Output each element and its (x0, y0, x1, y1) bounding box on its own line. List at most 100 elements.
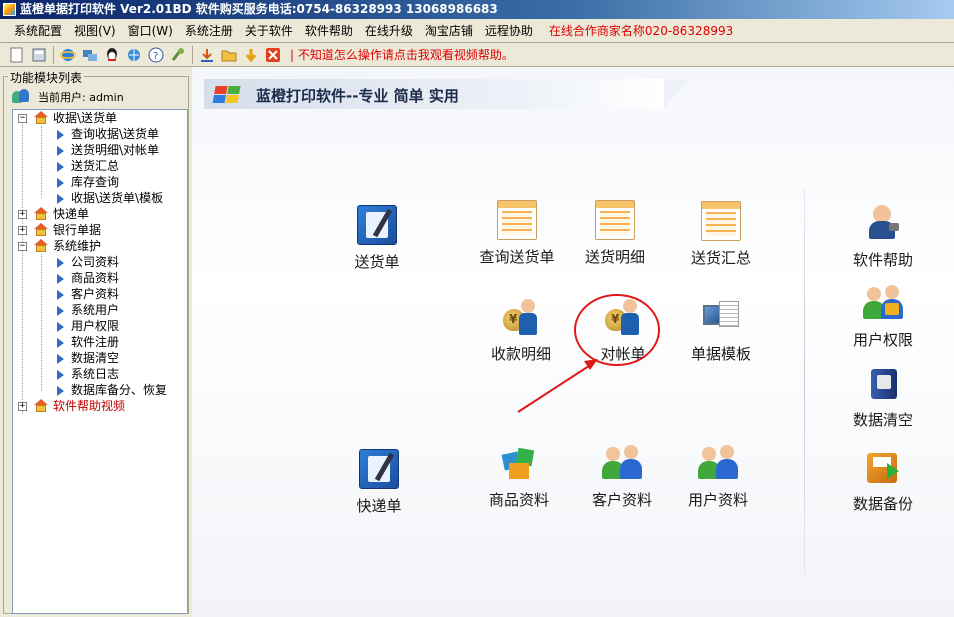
module-express[interactable]: 快递单 (324, 449, 434, 516)
menu-system-config[interactable]: 系统配置 (8, 22, 68, 39)
play-arrow-icon (57, 274, 64, 284)
collapse-icon[interactable]: − (18, 114, 27, 123)
tree-label: 软件帮助视频 (53, 399, 126, 413)
tree-item-user-permissions[interactable]: 用户权限 (13, 318, 187, 334)
video-help-link[interactable]: | 不知道怎么操作请点击我观看视频帮助。 (290, 46, 514, 63)
tree-item-software-register[interactable]: 软件注册 (13, 334, 187, 350)
users-icon (12, 89, 30, 105)
tree-item-goods-info[interactable]: 商品资料 (13, 270, 187, 286)
module-doc-template[interactable]: 单据模板 (666, 297, 776, 364)
tree-item-stock-query[interactable]: 库存查询 (13, 174, 187, 190)
module-goods-info[interactable]: 商品资料 (464, 443, 574, 510)
expand-icon[interactable]: + (18, 226, 27, 235)
tree-group-bank[interactable]: + 银行单据 (13, 222, 187, 238)
menu-taobao-shop[interactable]: 淘宝店铺 (419, 22, 479, 39)
browser-icon[interactable] (126, 47, 142, 63)
tree-group-express[interactable]: + 快递单 (13, 206, 187, 222)
tree-item-delivery-statement[interactable]: 送货明细\对帐单 (13, 142, 187, 158)
tree-label: 用户权限 (71, 319, 120, 333)
folder-icon[interactable] (221, 47, 237, 63)
partner-notice[interactable]: 在线合作商家名称020-86328993 (539, 22, 733, 39)
module-statement[interactable]: 对帐单 (568, 297, 678, 364)
menu-remote-assist[interactable]: 远程协助 (479, 22, 539, 39)
function-module-panel: 功能模块列表 当前用户: admin − 收据\送货单 查询收据\送货单 送货明… (0, 67, 192, 617)
toolbar-separator (192, 45, 193, 64)
house-icon (33, 223, 49, 237)
users-lock-icon (863, 283, 903, 323)
product-boxes-icon (499, 443, 539, 483)
menu-bar: 系统配置 视图(V) 窗口(W) 系统注册 关于软件 软件帮助 在线升级 淘宝店… (0, 19, 954, 43)
module-receipt-detail[interactable]: 收款明细 (466, 297, 576, 364)
house-icon (33, 399, 49, 413)
module-delivery-detail[interactable]: 送货明细 (560, 200, 670, 267)
tree-item-delivery-summary[interactable]: 送货汇总 (13, 158, 187, 174)
tree-label: 收据\送货单 (53, 111, 118, 125)
menu-help[interactable]: 软件帮助 (299, 22, 359, 39)
module-query-delivery[interactable]: 查询送货单 (462, 200, 572, 267)
play-arrow-icon (57, 290, 64, 300)
tree-item-company-info[interactable]: 公司资料 (13, 254, 187, 270)
tree-label: 数据库备分、恢复 (71, 383, 168, 397)
menu-system-register[interactable]: 系统注册 (179, 22, 239, 39)
play-arrow-icon (57, 162, 64, 172)
spreadsheet-icon (497, 200, 537, 240)
collapse-icon[interactable]: − (18, 242, 27, 251)
current-user-row: 当前用户: admin (12, 89, 124, 105)
play-arrow-icon (57, 258, 64, 268)
tree-item-data-clear[interactable]: 数据清空 (13, 350, 187, 366)
download-icon[interactable] (199, 47, 215, 63)
house-icon (33, 239, 49, 253)
svg-text:?: ? (153, 51, 158, 62)
tree-item-system-users[interactable]: 系统用户 (13, 302, 187, 318)
menu-window[interactable]: 窗口(W) (122, 22, 179, 39)
module-data-clear[interactable]: 数据清空 (828, 363, 938, 430)
tree-group-help-videos[interactable]: + 软件帮助视频 (13, 398, 187, 414)
tree-label: 数据清空 (71, 351, 120, 365)
help-icon[interactable]: ? (148, 47, 164, 63)
new-icon[interactable] (9, 47, 25, 63)
tree-item-db-backup[interactable]: 数据库备分、恢复 (13, 382, 187, 398)
play-arrow-icon (57, 178, 64, 188)
module-delivery[interactable]: 送货单 (322, 205, 432, 272)
play-arrow-icon (57, 386, 64, 396)
arrow-icon[interactable] (243, 47, 259, 63)
module-customer-info[interactable]: 客户资料 (567, 443, 677, 510)
module-user-info[interactable]: 用户资料 (663, 443, 773, 510)
menu-view[interactable]: 视图(V) (68, 22, 122, 39)
module-label: 快递单 (356, 497, 402, 515)
module-user-permission[interactable]: 用户权限 (828, 283, 938, 350)
tree-group-system[interactable]: − 系统维护 (13, 238, 187, 254)
module-label: 数据备份 (852, 495, 913, 513)
windows-logo-icon (212, 86, 243, 104)
house-icon (33, 111, 49, 125)
module-label: 用户权限 (852, 331, 913, 349)
calculator-icon[interactable] (31, 47, 47, 63)
toolbar-separator (53, 45, 54, 64)
module-label: 送货单 (354, 253, 400, 271)
close-icon[interactable] (265, 47, 281, 63)
tree-item-system-log[interactable]: 系统日志 (13, 366, 187, 382)
module-tree: − 收据\送货单 查询收据\送货单 送货明细\对帐单 送货汇总 库存查询 收据\… (12, 109, 188, 614)
ie-icon[interactable] (60, 47, 76, 63)
title-bar: 蓝橙单据打印软件 Ver2.01BD 软件购买服务电话:0754-8632899… (0, 0, 954, 19)
banner-title: 蓝橙打印软件--专业 简单 实用 (256, 87, 459, 105)
qq-icon[interactable] (104, 47, 120, 63)
network-icon[interactable] (82, 47, 98, 63)
tree-label: 系统维护 (53, 239, 102, 253)
module-software-help[interactable]: 软件帮助 (828, 203, 938, 270)
menu-about[interactable]: 关于软件 (239, 22, 299, 39)
tree-item-query-receipts[interactable]: 查询收据\送货单 (13, 126, 187, 142)
tree-item-receipt-template[interactable]: 收据\送货单\模板 (13, 190, 187, 206)
tree-item-customer-info[interactable]: 客户资料 (13, 286, 187, 302)
module-label: 软件帮助 (852, 251, 913, 269)
tree-group-receipts[interactable]: − 收据\送货单 (13, 110, 187, 126)
play-arrow-icon (57, 354, 64, 364)
tree-label: 商品资料 (71, 271, 120, 285)
expand-icon[interactable]: + (18, 210, 27, 219)
menu-online-upgrade[interactable]: 在线升级 (359, 22, 419, 39)
tools-icon[interactable] (170, 47, 186, 63)
expand-icon[interactable]: + (18, 402, 27, 411)
module-label: 送货明细 (584, 248, 645, 266)
module-data-backup[interactable]: 数据备份 (828, 447, 938, 514)
module-delivery-summary[interactable]: 送货汇总 (666, 201, 776, 268)
